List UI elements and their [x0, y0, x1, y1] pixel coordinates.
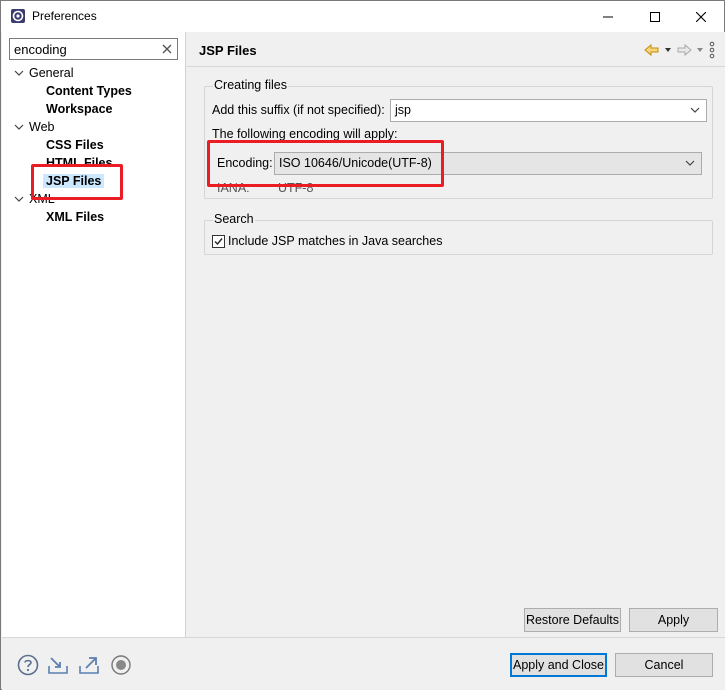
filter-input[interactable]: encoding	[9, 38, 178, 60]
close-button[interactable]	[678, 1, 724, 32]
title-bar: Preferences	[1, 1, 724, 32]
encoding-note: The following encoding will apply:	[212, 127, 398, 141]
preference-page: JSP Files Creating files Add this suffix…	[187, 32, 725, 637]
tree-label-xml: XML	[29, 192, 55, 206]
suffix-value: jsp	[395, 103, 411, 117]
include-jsp-checkbox[interactable]	[212, 235, 225, 248]
minimize-icon	[603, 16, 613, 17]
back-arrow-icon[interactable]	[643, 42, 661, 58]
chevron-down-icon	[685, 160, 695, 166]
chevron-down-icon[interactable]	[14, 190, 24, 208]
checkmark-icon	[214, 238, 223, 246]
tree-item-xml-files[interactable]: XML Files	[46, 208, 104, 226]
suffix-combo[interactable]: jsp	[390, 99, 707, 122]
chevron-down-icon[interactable]	[14, 64, 24, 82]
encoding-combo[interactable]: ISO 10646/Unicode(UTF-8)	[274, 152, 702, 175]
include-jsp-label: Include JSP matches in Java searches	[228, 234, 443, 248]
tree-item-workspace[interactable]: Workspace	[46, 100, 112, 118]
preferences-window: Preferences encoding General Content Typ…	[0, 0, 725, 690]
close-icon	[696, 11, 706, 22]
restore-defaults-button[interactable]: Restore Defaults	[524, 608, 621, 632]
maximize-icon	[650, 11, 660, 22]
view-menu-icon[interactable]	[707, 41, 717, 59]
forward-history-chevron-icon[interactable]	[695, 42, 705, 58]
filter-text: encoding	[14, 42, 67, 57]
chevron-down-icon[interactable]	[14, 118, 24, 136]
import-icon[interactable]	[47, 654, 69, 676]
tree-item-jsp-files[interactable]: JSP Files	[43, 172, 105, 190]
preference-tree-pane: encoding General Content Types Workspace…	[2, 32, 186, 637]
preferences-app-icon	[11, 9, 25, 23]
help-icon[interactable]	[17, 654, 39, 676]
page-navigation	[643, 41, 717, 59]
page-title: JSP Files	[199, 43, 257, 58]
record-icon[interactable]	[110, 654, 132, 676]
minimize-button[interactable]	[585, 1, 631, 32]
tree-label-general: General	[29, 66, 74, 80]
tree-node-general[interactable]: General	[2, 64, 186, 82]
cancel-button[interactable]: Cancel	[615, 653, 713, 677]
maximize-button[interactable]	[632, 1, 678, 32]
tree-item-html-files[interactable]: HTML Files	[46, 154, 112, 172]
tree-label-web: Web	[29, 120, 55, 134]
encoding-label: Encoding:	[217, 156, 273, 170]
chevron-down-icon	[690, 107, 700, 113]
window-title: Preferences	[32, 9, 97, 23]
apply-button[interactable]: Apply	[629, 608, 718, 632]
tree-node-xml[interactable]: XML	[2, 190, 186, 208]
dialog-footer: Apply and Close Cancel	[2, 637, 725, 690]
search-group-label: Search	[213, 212, 255, 226]
tree-item-content-types[interactable]: Content Types	[46, 82, 132, 100]
export-icon[interactable]	[78, 654, 100, 676]
forward-arrow-icon[interactable]	[675, 42, 693, 58]
creating-files-label: Creating files	[213, 78, 288, 92]
tree-node-web[interactable]: Web	[2, 118, 186, 136]
apply-and-close-button[interactable]: Apply and Close	[510, 653, 607, 677]
back-history-chevron-icon[interactable]	[663, 42, 673, 58]
suffix-label: Add this suffix (if not specified):	[212, 103, 385, 117]
tree-item-jsp-files-label: JSP Files	[43, 174, 105, 188]
page-header: JSP Files	[187, 32, 725, 67]
iana-value: UTF-8	[278, 181, 314, 195]
clear-filter-icon[interactable]	[161, 42, 173, 56]
iana-label: IANA:	[217, 181, 250, 195]
encoding-value: ISO 10646/Unicode(UTF-8)	[279, 156, 432, 170]
tree-item-css-files[interactable]: CSS Files	[46, 136, 104, 154]
